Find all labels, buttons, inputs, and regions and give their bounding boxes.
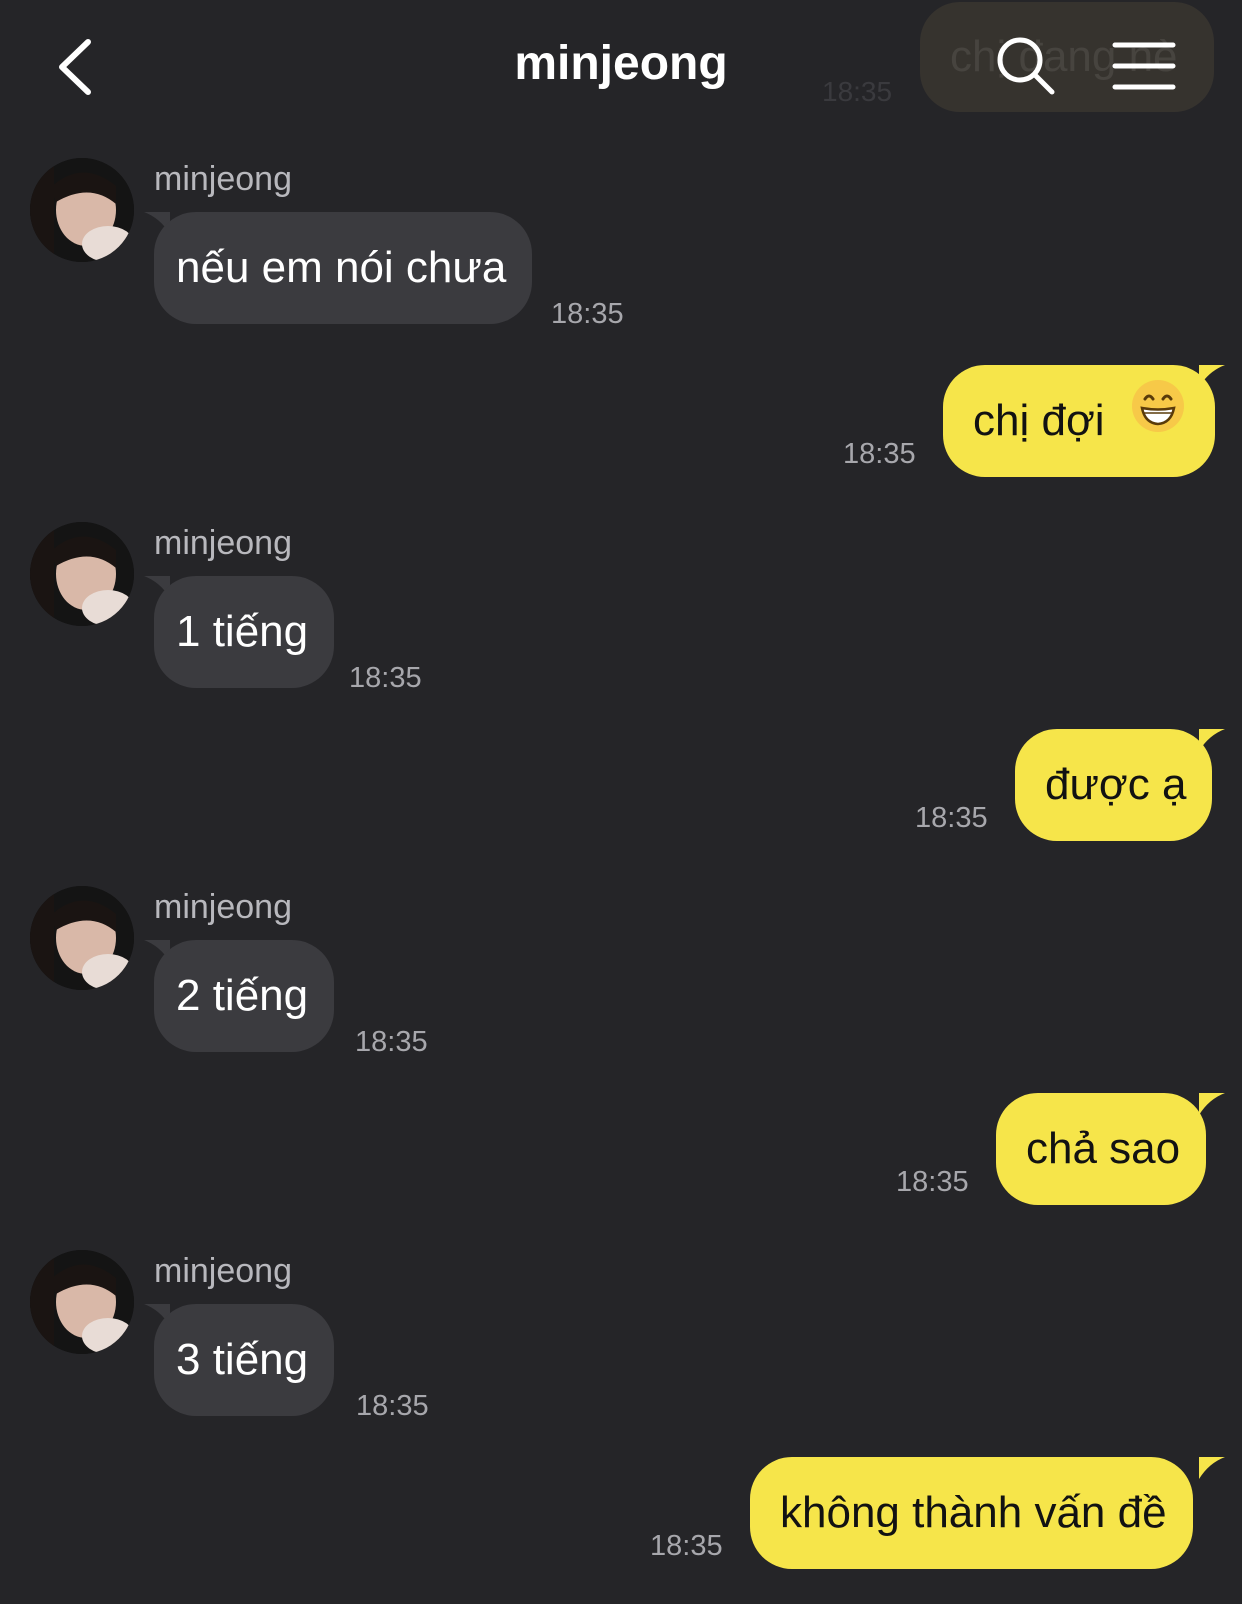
search-button[interactable] [994,34,1058,98]
message-bubble[interactable]: 3 tiếng [154,1304,335,1416]
message-time: 18:35 [843,438,916,470]
message-time: 18:35 [896,1166,969,1198]
menu-button[interactable] [1112,40,1176,92]
message-time: 18:35 [356,1390,429,1422]
grinning-emoji-icon [1131,363,1185,475]
message-bubble[interactable]: 2 tiếng [154,940,335,1052]
bubble-tail [1199,1457,1225,1479]
message-time: 18:35 [650,1530,723,1562]
message-time: 18:35 [915,802,988,834]
bubble-tail [1199,365,1225,387]
message-bubble[interactable]: chị đợi [943,365,1215,477]
sender-name: minjeong [154,888,292,926]
profile-photo [30,1250,134,1354]
hamburger-menu-icon [1112,42,1176,90]
message-time: 18:35 [355,1026,428,1058]
chat-header: 18:35 chị đang nè minjeong [0,0,1242,130]
message-bubble[interactable]: không thành vấn đề [750,1457,1193,1569]
message-bubble[interactable]: nếu em nói chưa [154,212,533,324]
message-bubble[interactable]: được ạ [1015,729,1213,841]
message-bubble[interactable]: 1 tiếng [154,576,335,688]
search-icon [997,37,1055,95]
profile-photo [30,158,134,262]
avatar[interactable] [30,886,134,990]
bubble-tail [1199,729,1225,751]
sender-name: minjeong [154,524,292,562]
message-bubble[interactable]: chả sao [996,1093,1207,1205]
message-time: 18:35 [349,662,422,694]
sender-name: minjeong [154,160,292,198]
bubble-tail [1199,1093,1225,1115]
sender-name: minjeong [154,1252,292,1290]
message-text: chị đợi [973,396,1105,445]
avatar[interactable] [30,158,134,262]
avatar[interactable] [30,522,134,626]
message-time: 18:35 [551,298,624,330]
chat-screen: 18:35 chị đang nè minjeong minjeong nếu … [0,0,1242,1604]
avatar[interactable] [30,1250,134,1354]
profile-photo [30,886,134,990]
profile-photo [30,522,134,626]
